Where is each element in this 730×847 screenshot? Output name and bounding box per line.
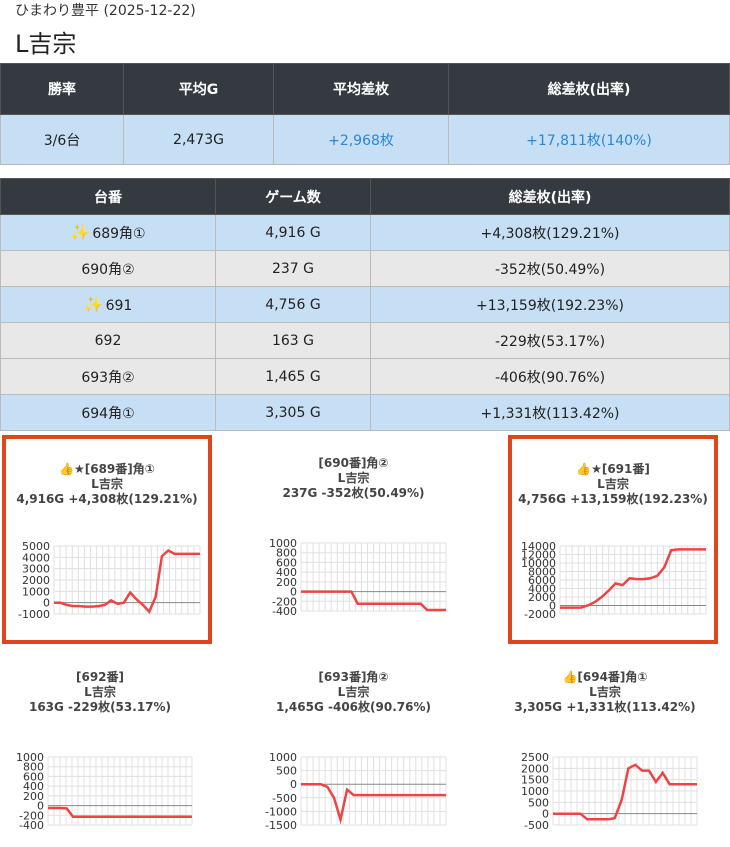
card-title: [692番] <box>75 670 125 684</box>
machine-number-cell[interactable]: 693角② <box>0 358 216 395</box>
y-tick-label: 500 <box>276 765 297 778</box>
card-title: 👍★[691番] <box>576 462 650 476</box>
card-model: L吉宗 <box>337 685 370 699</box>
y-tick-label: 0 <box>290 778 297 791</box>
card-stats: 4,756G +13,159枚(192.23%) <box>518 492 708 506</box>
machine-chart-card[interactable]: [693番]角② L吉宗 1,465G -406枚(90.76%) 1000 500 0-… <box>253 649 454 847</box>
card-stats: 4,916G +4,308枚(129.21%) <box>16 492 198 506</box>
summary-winrate: 3/6台 <box>0 114 124 165</box>
card-model: L吉宗 <box>91 477 123 491</box>
summary-avg-diff: +2,968枚 <box>273 114 449 165</box>
machine-number: 691 <box>105 298 133 314</box>
y-tick-label: -1500 <box>265 819 297 832</box>
sparkle-icon: ✨ <box>70 222 91 242</box>
machine-number-cell[interactable]: 690角② <box>0 250 216 287</box>
machine-chart-card[interactable]: [690番]角② L吉宗 237G -352枚(50.49%) 1000 800 600 4… <box>253 435 454 634</box>
card-title: [693番]角② <box>318 670 389 684</box>
machine-games: 4,756 G <box>215 286 371 323</box>
card-line-chart: 10008006004002000-200-400 <box>16 751 193 832</box>
card-model: L吉宗 <box>597 477 629 491</box>
machine-games: 4,916 G <box>215 214 371 251</box>
card-line-chart: 500040003000200010000-1000 <box>18 540 201 621</box>
y-tick-label: 1000 <box>269 751 297 764</box>
y-tick-label: -1000 <box>18 608 50 621</box>
table-row[interactable]: 692 163 G -229枚(53.17%) <box>0 322 730 359</box>
card-model: L吉宗 <box>84 685 116 699</box>
machine-header-number: 台番 <box>0 178 216 215</box>
machine-number-cell[interactable]: ✨ 689角① <box>0 214 216 251</box>
card-line-chart: 25002000150010005000-500 <box>521 751 698 832</box>
machine-number: 692 <box>94 332 122 349</box>
table-row[interactable]: ✨ 689角① 4,916 G +4,308枚(129.21%) <box>0 214 730 251</box>
machine-games: 3,305 G <box>215 394 371 431</box>
card-stats: 3,305G +1,331枚(113.42%) <box>514 700 696 714</box>
machine-number: 690角② <box>81 261 135 278</box>
machine-header-diff: 総差枚(出率) <box>370 178 730 215</box>
summary-table: 勝率 平均G 平均差枚 総差枚(出率) 3/6台 2,473G +2,968枚 … <box>0 63 730 165</box>
table-row[interactable]: ✨ 691 4,756 G +13,159枚(192.23%) <box>0 286 730 323</box>
machine-diff: -352枚(50.49%) <box>370 250 730 287</box>
machine-number-cell[interactable]: 694角① <box>0 394 216 431</box>
machine-games: 237 G <box>215 250 371 287</box>
summary-avg-games: 2,473G <box>123 114 274 165</box>
sparkle-icon: ✨ <box>83 295 104 314</box>
machine-chart-card[interactable]: 👍[694番]角① L吉宗 3,305G +1,331枚(113.42%) 2500 2… <box>505 649 705 847</box>
machine-games: 1,465 G <box>215 358 371 395</box>
card-line-chart: 14000120001000080006000400020000-2000 <box>521 540 707 621</box>
y-tick-label: -2000 <box>524 608 556 621</box>
y-tick-label: -400 <box>19 819 44 832</box>
machine-diff: -229枚(53.17%) <box>370 322 730 359</box>
machine-table: 台番 ゲーム数 総差枚(出率) ✨ 689角① 4,916 G +4,308枚(129… <box>0 178 730 431</box>
card-stats: 1,465G -406枚(90.76%) <box>276 700 431 714</box>
summary-header-avg-diff: 平均差枚 <box>273 63 449 115</box>
machine-games: 163 G <box>215 322 371 359</box>
y-tick-label: -500 <box>272 792 297 805</box>
card-line-chart: 10008006004002000-200-400 <box>269 537 447 618</box>
machine-diff: +1,331枚(113.42%) <box>370 394 730 431</box>
machine-number-cell[interactable]: ✨ 691 <box>0 286 216 323</box>
summary-header-total-diff: 総差枚(出率) <box>448 63 730 115</box>
machine-number-cell[interactable]: 692 <box>0 322 216 359</box>
machine-diff: +4,308枚(129.21%) <box>370 214 730 251</box>
y-tick-label: -400 <box>272 605 297 618</box>
machine-diff: +13,159枚(192.23%) <box>370 286 730 323</box>
table-row[interactable]: 690角② 237 G -352枚(50.49%) <box>0 250 730 287</box>
card-model: L吉宗 <box>589 685 621 699</box>
card-model: L吉宗 <box>337 471 370 485</box>
y-tick-label: -500 <box>524 819 549 832</box>
machine-number: 694角① <box>81 405 135 422</box>
card-stats: 163G -229枚(53.17%) <box>28 700 172 714</box>
machine-header-games: ゲーム数 <box>215 178 371 215</box>
card-title: 👍★[689番]角① <box>59 462 155 476</box>
machine-number: 693角② <box>81 369 135 386</box>
y-tick-label: -1000 <box>265 805 297 818</box>
machine-chart-card[interactable]: [692番] L吉宗 163G -229枚(53.17%) 1000 800 600 400… <box>0 649 200 847</box>
summary-header-winrate: 勝率 <box>0 63 124 115</box>
card-line-chart: 10005000-500-1000-1500 <box>265 751 447 832</box>
card-title: [690番]角② <box>318 456 389 470</box>
summary-header-avg-games: 平均G <box>123 63 274 115</box>
machine-diff: -406枚(90.76%) <box>370 358 730 395</box>
table-row[interactable]: 694角① 3,305 G +1,331枚(113.42%) <box>0 394 730 431</box>
machine-number: 689角① <box>92 225 146 242</box>
page-title: L吉宗 <box>15 30 77 58</box>
table-row[interactable]: 693角② 1,465 G -406枚(90.76%) <box>0 358 730 395</box>
machine-chart-card[interactable]: 👍★[691番] L吉宗 4,756G +13,159枚(192.23%) 14000… <box>508 435 718 644</box>
card-title: 👍[694番]角① <box>562 670 648 684</box>
machine-chart-card[interactable]: 👍★[689番]角① L吉宗 4,916G +4,308枚(129.21%) 5000… <box>2 435 212 644</box>
summary-total-diff: +17,811枚(140%) <box>448 114 730 165</box>
card-stats: 237G -352枚(50.49%) <box>282 486 425 500</box>
store-date-header: ひまわり豊平 (2025-12-22) <box>15 3 196 19</box>
